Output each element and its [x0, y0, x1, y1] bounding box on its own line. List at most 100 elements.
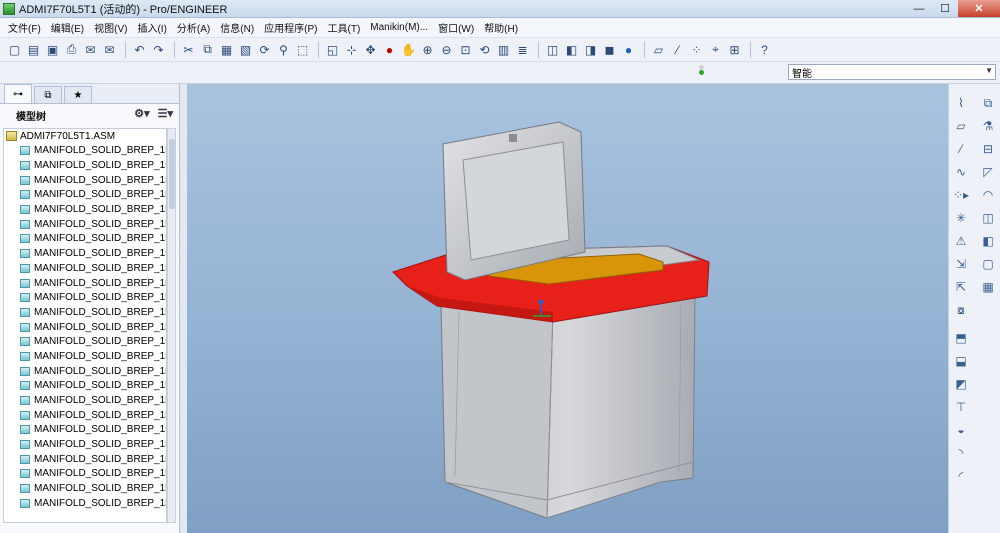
draft-icon[interactable]: ◫ [979, 209, 997, 227]
menu-window[interactable]: 窗口(W) [433, 20, 479, 35]
tree-item[interactable]: MANIFOLD_SOLID_BREP_1513 [4, 334, 166, 349]
graphics-viewport[interactable] [187, 84, 948, 533]
copy-icon[interactable]: ⧉ [199, 41, 216, 58]
hidden-line-icon[interactable]: ◧ [563, 41, 580, 58]
find-icon[interactable]: ⚲ [275, 41, 292, 58]
datum-plane-tool-icon[interactable]: ⌇ [952, 94, 970, 112]
extrude-icon[interactable]: ⬒ [952, 329, 970, 347]
curve-tool-icon[interactable]: ∿ [952, 163, 970, 181]
refit-icon[interactable]: ⊡ [457, 41, 474, 58]
plane-tool-icon[interactable]: ▱ [952, 117, 970, 135]
panel-splitter[interactable] [180, 84, 187, 533]
selection-filter-select[interactable]: 智能 ▼ [788, 64, 996, 80]
paste-special-icon[interactable]: ▧ [237, 41, 254, 58]
menu-manikin[interactable]: Manikin(M)... [365, 22, 433, 33]
menu-file[interactable]: 文件(F) [3, 20, 46, 35]
open-icon[interactable]: ▤ [25, 41, 42, 58]
scrollbar-thumb[interactable] [169, 139, 175, 209]
tab-favorites[interactable]: ★ [64, 86, 92, 103]
maximize-button[interactable]: ☐ [932, 0, 958, 17]
tree-item[interactable]: MANIFOLD_SOLID_BREP_1502 [4, 173, 166, 188]
color-ball-icon[interactable]: ● [381, 41, 398, 58]
chamfer-icon[interactable]: ◜ [952, 467, 970, 485]
menu-analysis[interactable]: 分析(A) [172, 20, 215, 35]
tab-folder-browser[interactable]: ⧉ [34, 86, 62, 103]
create-component-icon[interactable]: ⚗ [979, 117, 997, 135]
print-icon[interactable]: ⎙ [63, 41, 80, 58]
csys-tool-icon[interactable]: ✳ [952, 209, 970, 227]
tree-item[interactable]: MANIFOLD_SOLID_BREP_1512 [4, 320, 166, 335]
undo-icon[interactable]: ↶ [131, 41, 148, 58]
menu-view[interactable]: 视图(V) [89, 20, 132, 35]
tree-item[interactable]: MANIFOLD_SOLID_BREP_1516 [4, 379, 166, 394]
menu-info[interactable]: 信息(N) [215, 20, 259, 35]
tab-model-tree[interactable]: ⊶ [4, 84, 32, 103]
point-tool-icon[interactable]: ⁘▸ [952, 186, 970, 204]
tree-item[interactable]: MANIFOLD_SOLID_BREP_1518 [4, 408, 166, 423]
tree-item[interactable]: MANIFOLD_SOLID_BREP_1521 [4, 452, 166, 467]
tree-item[interactable]: MANIFOLD_SOLID_BREP_1506 [4, 232, 166, 247]
email-link-icon[interactable]: ✉ [101, 41, 118, 58]
menu-help[interactable]: 帮助(H) [479, 20, 523, 35]
round-icon[interactable]: ◝ [952, 444, 970, 462]
datum-axes-icon[interactable]: ⁄ [669, 41, 686, 58]
minimize-button[interactable]: — [906, 0, 932, 17]
tree-item[interactable]: MANIFOLD_SOLID_BREP_1514 [4, 349, 166, 364]
rib-icon[interactable]: ◧ [979, 232, 997, 250]
revolve-icon[interactable]: ⬓ [952, 352, 970, 370]
whats-this-icon[interactable]: ? [756, 41, 773, 58]
close-button[interactable]: ✕ [958, 0, 1000, 17]
tree-item[interactable]: MANIFOLD_SOLID_BREP_150 [4, 144, 166, 159]
tree-item[interactable]: MANIFOLD_SOLID_BREP_1523 [4, 481, 166, 496]
menu-edit[interactable]: 编辑(E) [46, 20, 89, 35]
assemble-icon[interactable]: ⧉ [979, 94, 997, 112]
spin-icon[interactable]: ✋ [400, 41, 417, 58]
shell-icon[interactable]: ◠ [979, 186, 997, 204]
tree-item[interactable]: MANIFOLD_SOLID_BREP_1524 [4, 496, 166, 511]
tree-item[interactable]: MANIFOLD_SOLID_BREP_1515 [4, 364, 166, 379]
feature-ops-icon[interactable]: ▢ [979, 255, 997, 273]
regenerate-icon[interactable]: ⟳ [256, 41, 273, 58]
annotation-icon[interactable]: ⊞ [726, 41, 743, 58]
zoom-in-icon[interactable]: ⊕ [419, 41, 436, 58]
tree-item[interactable]: MANIFOLD_SOLID_BREP_1520 [4, 437, 166, 452]
shading-icon[interactable]: ◼ [601, 41, 618, 58]
tree-item[interactable]: MANIFOLD_SOLID_BREP_1504 [4, 202, 166, 217]
tree-item[interactable]: MANIFOLD_SOLID_BREP_1507 [4, 246, 166, 261]
new-icon[interactable]: ▢ [6, 41, 23, 58]
appearance-icon[interactable]: ✥ [362, 41, 379, 58]
axis-tool-icon[interactable]: ⁄ [952, 140, 970, 158]
tree-scrollbar[interactable] [167, 128, 176, 523]
group-icon[interactable]: ▦ [979, 278, 997, 296]
mirror-icon[interactable]: ◸ [979, 163, 997, 181]
datum-points-icon[interactable]: ⁘ [688, 41, 705, 58]
tree-item[interactable]: MANIFOLD_SOLID_BREP_1519 [4, 423, 166, 438]
menu-insert[interactable]: 插入(I) [132, 20, 171, 35]
paste-icon[interactable]: ▦ [218, 41, 235, 58]
saved-views-icon[interactable]: ▥ [495, 41, 512, 58]
tree-item[interactable]: MANIFOLD_SOLID_BREP_1517 [4, 393, 166, 408]
wireframe-icon[interactable]: ◫ [544, 41, 561, 58]
show-menu-icon[interactable]: ☰▾ [158, 107, 173, 120]
pattern-icon[interactable]: ⊟ [979, 140, 997, 158]
datum-display-icon[interactable]: ◱ [324, 41, 341, 58]
tree-item[interactable]: MANIFOLD_SOLID_BREP_1508 [4, 261, 166, 276]
tree-item[interactable]: MANIFOLD_SOLID_BREP_1511 [4, 305, 166, 320]
sketch-icon[interactable]: ⊹ [343, 41, 360, 58]
tree-item[interactable]: MANIFOLD_SOLID_BREP_1505 [4, 217, 166, 232]
tree-item[interactable]: MANIFOLD_SOLID_BREP_1501 [4, 158, 166, 173]
analysis-tool-icon[interactable]: ⚠ [952, 232, 970, 250]
redo-icon[interactable]: ↷ [150, 41, 167, 58]
settings-icon[interactable]: ⚙▾ [134, 107, 149, 120]
layer-tool-icon[interactable]: ⧇ [952, 301, 970, 319]
csys-icon[interactable]: ⌖ [707, 41, 724, 58]
insert-feature-icon[interactable]: ⇲ [952, 255, 970, 273]
copy-feature-icon[interactable]: ⇱ [952, 278, 970, 296]
tree-item[interactable]: MANIFOLD_SOLID_BREP_1522 [4, 467, 166, 482]
no-hidden-icon[interactable]: ◨ [582, 41, 599, 58]
tree-item[interactable]: MANIFOLD_SOLID_BREP_1510 [4, 290, 166, 305]
blend-icon[interactable]: ⊤ [952, 398, 970, 416]
menu-applications[interactable]: 应用程序(P) [259, 20, 322, 35]
hole-icon[interactable]: ◒ [952, 421, 970, 439]
save-icon[interactable]: ▣ [44, 41, 61, 58]
